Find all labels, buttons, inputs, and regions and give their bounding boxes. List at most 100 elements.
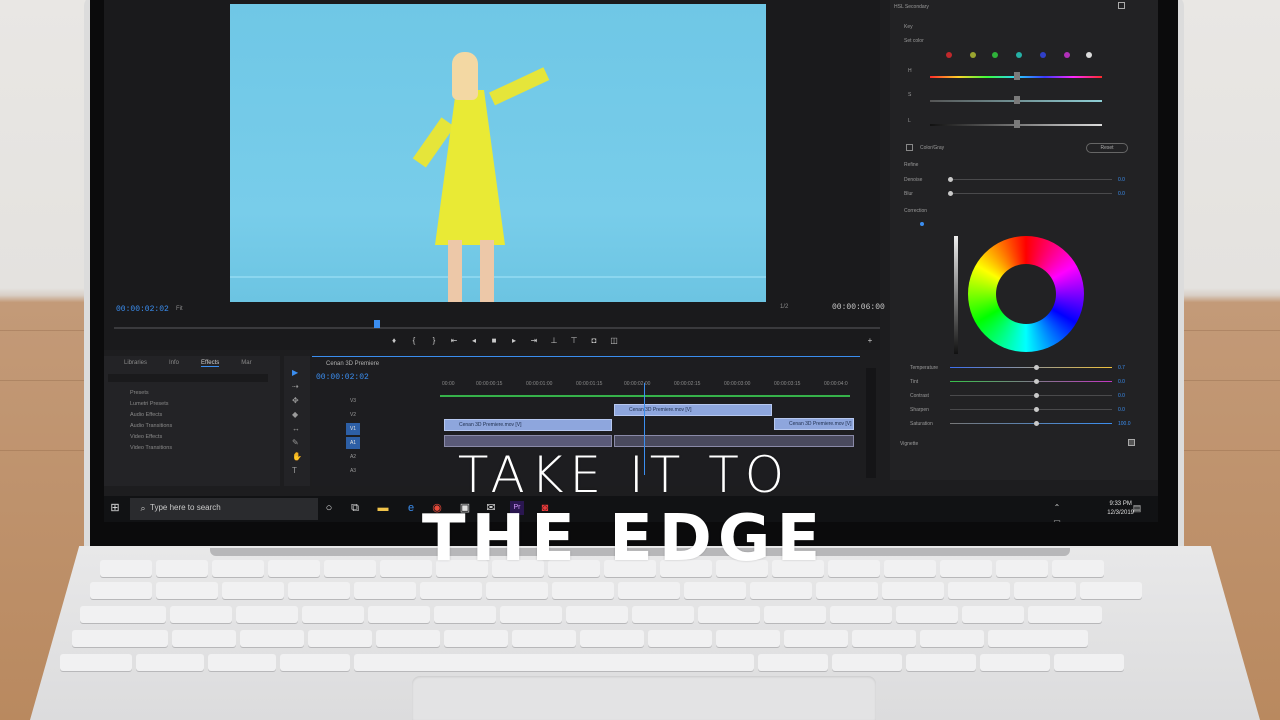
list-item[interactable]: Presets: [130, 390, 149, 396]
program-timecode[interactable]: 00:00:02:02: [116, 305, 169, 314]
denoise-value[interactable]: 0.0: [1118, 177, 1125, 183]
marker-icon[interactable]: ♦: [390, 337, 398, 345]
blue-swatch[interactable]: [1040, 52, 1046, 58]
video-clip[interactable]: Cenan 3D Premiere.mov [V]: [774, 418, 854, 430]
yellow-swatch[interactable]: [970, 52, 976, 58]
product-scene: 00:00:02:02 Fit 1/2 00:00:06:00 ♦ { } ⇤ …: [0, 0, 1280, 720]
figure-leg: [480, 240, 494, 302]
key: [920, 630, 984, 647]
correction-color-wheel[interactable]: [968, 236, 1084, 352]
headline-line2: THE EDGE: [421, 502, 827, 576]
color-gray-checkbox[interactable]: [906, 144, 913, 151]
program-scrubber[interactable]: [114, 327, 880, 329]
add-button-icon[interactable]: +: [866, 337, 874, 345]
tint-slider[interactable]: [950, 381, 1112, 382]
blur-slider[interactable]: [950, 193, 1112, 194]
list-item[interactable]: Audio Effects: [130, 412, 162, 418]
luma-wheel-slider[interactable]: [954, 236, 958, 354]
saturation-slider[interactable]: [950, 423, 1112, 424]
ruler-tick: 00:00:01:15: [576, 381, 603, 387]
magenta-swatch[interactable]: [1064, 52, 1070, 58]
blur-value[interactable]: 0.0: [1118, 191, 1125, 197]
list-item[interactable]: Video Effects: [130, 434, 162, 440]
vignette-checkbox[interactable]: [1128, 439, 1135, 446]
temperature-knob[interactable]: [1034, 365, 1039, 370]
white-swatch[interactable]: [1086, 52, 1092, 58]
step-forward-icon[interactable]: ▸: [510, 337, 518, 345]
temperature-slider[interactable]: [950, 367, 1112, 368]
list-item[interactable]: Lumetri Presets: [130, 401, 169, 407]
step-back-icon[interactable]: ◂: [470, 337, 478, 345]
slip-icon[interactable]: ↔: [292, 424, 302, 434]
tint-value[interactable]: 0.0: [1118, 379, 1125, 385]
single-wheel-icon[interactable]: [920, 222, 924, 226]
mark-out-icon[interactable]: }: [430, 337, 438, 345]
key: [90, 582, 152, 599]
tab-effects[interactable]: Effects: [201, 360, 220, 367]
track-v2[interactable]: V2: [346, 409, 360, 421]
sat-slider[interactable]: [930, 96, 1102, 104]
hue-slider[interactable]: [930, 72, 1102, 80]
temperature-value[interactable]: 0.7: [1118, 365, 1125, 371]
program-duration: 00:00:06:00: [832, 303, 885, 312]
resolution-select[interactable]: 1/2: [780, 304, 788, 310]
contrast-slider[interactable]: [950, 395, 1112, 396]
hsl-enable-checkbox[interactable]: [1118, 2, 1125, 9]
key: [308, 630, 372, 647]
denoise-knob[interactable]: [948, 177, 953, 182]
key: [170, 606, 232, 623]
reset-button[interactable]: Reset: [1086, 143, 1128, 153]
camera-icon[interactable]: ◘: [590, 337, 598, 345]
lift-icon[interactable]: ⊥: [550, 337, 558, 345]
cyan-swatch[interactable]: [1016, 52, 1022, 58]
sharpen-slider[interactable]: [950, 409, 1112, 410]
program-playhead[interactable]: [374, 320, 380, 328]
key: [896, 606, 958, 623]
video-clip[interactable]: Cenan 3D Premiere.mov [V]: [614, 404, 772, 416]
sequence-tab[interactable]: Cenan 3D Premiere: [326, 361, 379, 367]
key: [512, 630, 576, 647]
key: [758, 654, 828, 671]
saturation-value[interactable]: 100.0: [1118, 421, 1131, 427]
video-clip[interactable]: Cenan 3D Premiere.mov [V]: [444, 419, 612, 431]
sharpen-value[interactable]: 0.0: [1118, 407, 1125, 413]
hue-knob[interactable]: [1014, 72, 1020, 80]
stop-icon[interactable]: ■: [490, 337, 498, 345]
ruler-tick: 00:00:01:00: [526, 381, 553, 387]
fit-select[interactable]: Fit: [176, 306, 183, 312]
razor-icon[interactable]: ◆: [292, 410, 302, 420]
effects-search-input[interactable]: [108, 374, 268, 382]
go-to-out-icon[interactable]: ⇥: [530, 337, 538, 345]
list-item[interactable]: Audio Transitions: [130, 423, 172, 429]
extract-icon[interactable]: ⊤: [570, 337, 578, 345]
go-to-in-icon[interactable]: ⇤: [450, 337, 458, 345]
luma-knob[interactable]: [1014, 120, 1020, 128]
denoise-slider[interactable]: [950, 179, 1112, 180]
contrast-knob[interactable]: [1034, 393, 1039, 398]
luma-slider[interactable]: [930, 120, 1102, 128]
key: [988, 630, 1088, 647]
color-gray-label: Color/Gray: [920, 145, 945, 151]
tab-info[interactable]: Info: [169, 360, 179, 367]
red-swatch[interactable]: [946, 52, 952, 58]
tab-markers[interactable]: Mar: [241, 360, 251, 367]
timeline-timecode[interactable]: 00:00:02:02: [316, 373, 369, 382]
tint-knob[interactable]: [1034, 379, 1039, 384]
sat-knob[interactable]: [1014, 96, 1020, 104]
contrast-value[interactable]: 0.0: [1118, 393, 1125, 399]
track-select-icon[interactable]: ⇢: [292, 382, 302, 392]
track-v3[interactable]: V3: [346, 395, 360, 407]
track-v1[interactable]: V1: [346, 423, 360, 435]
key: [1028, 606, 1102, 623]
vr-icon[interactable]: ◫: [610, 337, 618, 345]
key: [60, 654, 132, 671]
mark-in-icon[interactable]: {: [410, 337, 418, 345]
blur-knob[interactable]: [948, 191, 953, 196]
sharpen-knob[interactable]: [1034, 407, 1039, 412]
tab-libraries[interactable]: Libraries: [124, 360, 147, 367]
selection-tool-icon[interactable]: ▶: [292, 368, 302, 378]
ripple-edit-icon[interactable]: ✥: [292, 396, 302, 406]
key: [172, 630, 236, 647]
saturation-knob[interactable]: [1034, 421, 1039, 426]
green-swatch[interactable]: [992, 52, 998, 58]
